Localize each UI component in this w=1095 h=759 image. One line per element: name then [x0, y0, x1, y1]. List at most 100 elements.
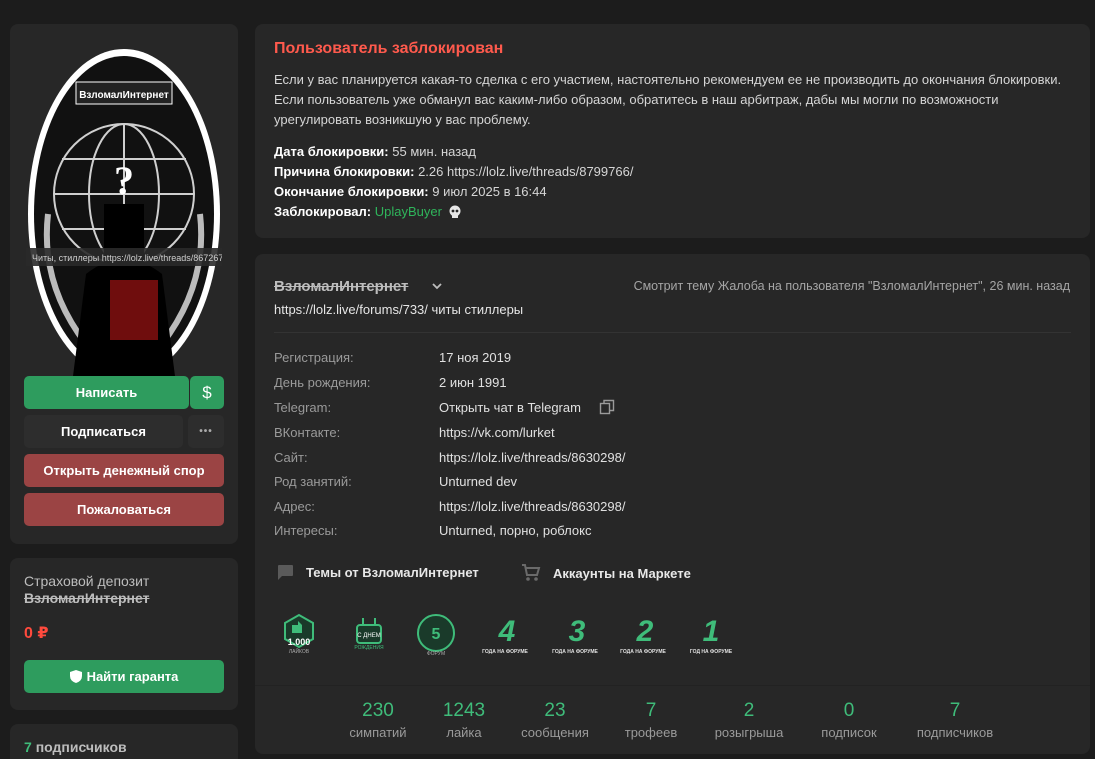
telegram-chat-link[interactable]: Открыть чат в Telegram — [439, 400, 581, 415]
profile-custom-title: https://lolz.live/forums/733/ читы стилл… — [274, 302, 524, 317]
user-threads-link[interactable]: Темы от ВзломалИнтернет — [276, 564, 479, 581]
stat-number: 23 — [544, 700, 566, 721]
stat-likes-received[interactable]: 230 симпатий — [328, 700, 428, 740]
trophy-sub: ГОДА НА ФОРУМЕ — [482, 649, 528, 655]
info-label: Сайт: — [274, 450, 308, 465]
subscribers-label[interactable]: подписчиков — [36, 739, 127, 755]
money-transfer-button[interactable]: $ — [190, 376, 224, 409]
stat-label: розыгрыша — [714, 725, 784, 740]
forum-trophy[interactable]: 5 ФОРУМ — [412, 609, 460, 657]
ban-title: Пользователь заблокирован — [274, 40, 504, 57]
banned-by-label: Заблокировал: — [274, 204, 372, 219]
subscribers-panel: 7 подписчиков — [10, 724, 238, 759]
2-years-trophy[interactable]: 2 ГОДА НА ФОРУМЕ — [619, 609, 667, 657]
user-threads-label: Темы от ВзломалИнтернет — [306, 565, 479, 580]
trophy-sub: ГОД НА ФОРУМЕ — [690, 649, 733, 655]
skull-icon — [449, 205, 461, 218]
site-link[interactable]: https://lolz.live/threads/8630298/ — [439, 450, 625, 465]
write-button[interactable]: Написать — [24, 376, 189, 409]
info-row-telegram: Telegram: Открыть чат в Telegram — [274, 399, 674, 420]
stat-messages[interactable]: 23 сообщения — [505, 700, 605, 740]
stat-label: подписчиков — [916, 725, 994, 740]
info-label: Род занятий: — [274, 474, 352, 489]
info-label: День рождения: — [274, 375, 371, 390]
stat-number: 1243 — [442, 700, 486, 721]
stat-number: 7 — [949, 700, 961, 721]
stat-number: 7 — [645, 700, 657, 721]
birthday-trophy[interactable]: С ДНЕМ РОЖДЕНИЯ — [345, 609, 393, 657]
4-years-trophy[interactable]: 4 ГОДА НА ФОРУМЕ — [481, 609, 529, 657]
market-accounts-label: Аккаунты на Маркете — [553, 565, 691, 581]
trophy-sub: ЛАЙКОВ — [289, 647, 310, 655]
profile-panel: ВзломалИнтернет https://lolz.live/forums… — [255, 254, 1090, 754]
address-link[interactable]: https://lolz.live/threads/8630298/ — [439, 499, 625, 514]
find-guarantor-label: Найти гаранта — [86, 669, 179, 684]
ban-reason-value: 2.26 https://lolz.live/threads/8799766/ — [418, 164, 634, 179]
1-year-trophy[interactable]: 1 ГОД НА ФОРУМЕ — [687, 609, 735, 657]
trophy-text: С ДНЕМ — [357, 633, 380, 639]
info-label: ВКонтакте: — [274, 425, 341, 440]
trophy-sub: РОЖДЕНИЯ — [354, 645, 384, 651]
stat-likes[interactable]: 1243 лайка — [414, 700, 514, 740]
1000-likes-trophy[interactable]: 1.000 ЛАЙКОВ — [275, 609, 323, 657]
ban-date-label: Дата блокировки: — [274, 144, 389, 159]
profile-username[interactable]: ВзломалИнтернет — [274, 278, 408, 295]
ban-end-value: 9 июл 2025 в 16:44 — [432, 184, 547, 199]
stat-number: 230 — [362, 700, 394, 721]
info-value: Unturned dev — [439, 474, 518, 489]
stat-giveaways[interactable]: 2 розыгрыша — [699, 700, 799, 740]
more-options-button[interactable]: ••• — [188, 415, 224, 448]
ban-reason-label: Причина блокировки: — [274, 164, 415, 179]
ban-end-label: Окончание блокировки: — [274, 184, 429, 199]
chevron-down-icon[interactable] — [430, 279, 444, 293]
report-button[interactable]: Пожаловаться — [24, 493, 224, 526]
ban-notice-panel: Пользователь заблокирован Если у вас пла… — [255, 24, 1090, 238]
trophy-text: 1 — [703, 615, 720, 648]
info-label: Регистрация: — [274, 350, 354, 365]
stat-number: 0 — [843, 700, 855, 721]
stat-label: сообщения — [521, 725, 589, 740]
ban-reason-row: Причина блокировки: 2.26 https://lolz.li… — [274, 162, 1071, 182]
info-label: Telegram: — [274, 400, 332, 415]
stat-label: подписок — [821, 725, 877, 740]
stat-followers[interactable]: 7 подписчиков — [905, 700, 1005, 740]
insurance-deposit-panel: Страховой депозит ВзломалИнтернет 0 ₽ На… — [10, 558, 238, 710]
trophy-text: 2 — [636, 615, 654, 648]
stat-trophies[interactable]: 7 трофеев — [601, 700, 701, 740]
avatar-panel: ? ВзломалИнтернет Читы, стиллеры https:/… — [10, 24, 238, 544]
copy-icon[interactable] — [599, 399, 615, 415]
subscribers-count[interactable]: 7 — [24, 739, 32, 755]
ban-description: Если у вас планируется какая-то сделка с… — [274, 72, 1062, 127]
stat-following[interactable]: 0 подписок — [799, 700, 899, 740]
info-value: 17 ноя 2019 — [439, 350, 512, 365]
profile-activity[interactable]: Смотрит тему Жалоба на пользователя "Взл… — [630, 278, 1070, 295]
banned-by-user[interactable]: UplayBuyer — [375, 202, 442, 222]
stats-divider — [255, 685, 1090, 686]
market-accounts-link[interactable]: Аккаунты на Маркете — [521, 564, 691, 582]
shield-icon — [69, 670, 82, 683]
trophy-text: 3 — [569, 615, 586, 648]
avatar[interactable]: ? ВзломалИнтернет Читы, стиллеры https:/… — [26, 44, 222, 384]
find-guarantor-button[interactable]: Найти гаранта — [24, 660, 224, 693]
open-dispute-button[interactable]: Открыть денежный спор — [24, 454, 224, 487]
svg-text:5: 5 — [432, 626, 441, 643]
deposit-username[interactable]: ВзломалИнтернет — [24, 590, 149, 606]
trophy-sub: ГОДА НА ФОРУМЕ — [552, 649, 598, 655]
stat-label: трофеев — [624, 725, 678, 740]
banned-by-row: Заблокировал: UplayBuyer — [274, 202, 1071, 222]
info-value: Unturned, порно, роблокс — [439, 523, 592, 538]
stat-label: симпатий — [349, 725, 407, 740]
vk-link[interactable]: https://vk.com/lurket — [439, 425, 555, 440]
header-divider — [274, 332, 1071, 333]
subscribe-button[interactable]: Подписаться — [24, 415, 183, 448]
3-years-trophy[interactable]: 3 ГОДА НА ФОРУМЕ — [551, 609, 599, 657]
trophy-text: ФОРУМ — [427, 651, 445, 657]
svg-text:?: ? — [114, 158, 134, 203]
avatar-overlay-text: Читы, стиллеры https://lolz.live/threads… — [32, 253, 222, 263]
info-label: Адрес: — [274, 499, 315, 514]
ban-end-row: Окончание блокировки: 9 июл 2025 в 16:44 — [274, 182, 1071, 202]
avatar-caption: ВзломалИнтернет — [79, 90, 169, 101]
stat-label: лайка — [446, 725, 482, 740]
ban-date-row: Дата блокировки: 55 мин. назад — [274, 142, 1071, 162]
deposit-title: Страховой депозит — [24, 573, 150, 589]
